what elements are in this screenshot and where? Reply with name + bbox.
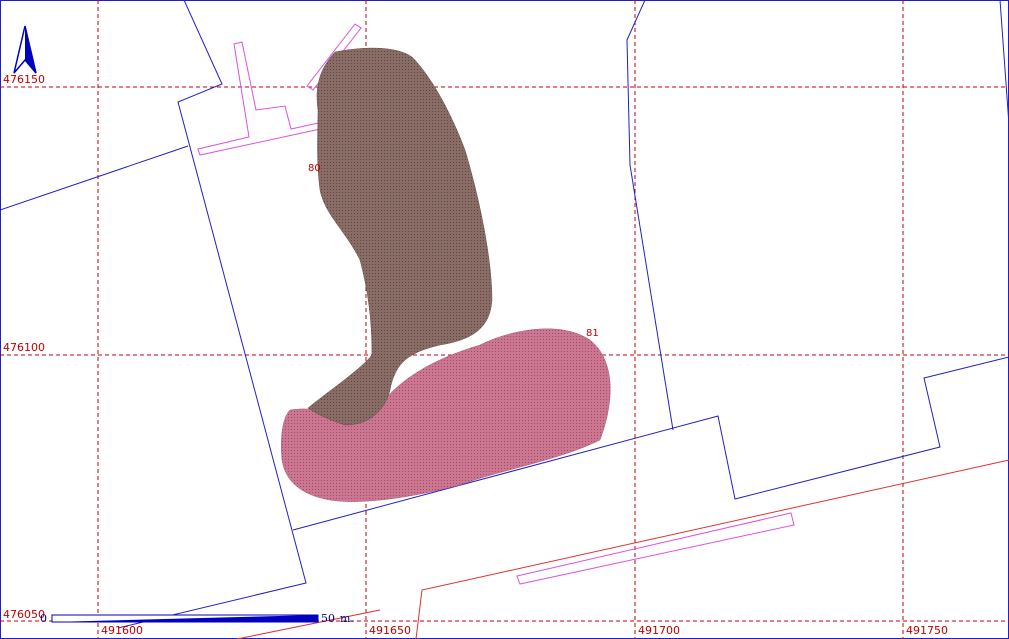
road-line[interactable]: [415, 459, 1009, 639]
building-outline[interactable]: [516, 512, 795, 585]
north-arrow-icon: [13, 25, 37, 74]
grid-label-y: 476100: [3, 341, 45, 354]
map-frame: [0, 0, 1009, 639]
coordinate-grid: [0, 0, 1009, 639]
map-viewport[interactable]: 80 81 491600 491650 491700 491750 476150…: [0, 0, 1009, 639]
grid-label-x: 491600: [101, 624, 143, 637]
area-label: 80: [308, 163, 321, 174]
scale-bar: 0 50 m.: [40, 612, 354, 625]
scale-bar-unit-label: m.: [340, 612, 354, 625]
grid-label-x: 491750: [906, 624, 948, 637]
building-outlines: [197, 23, 795, 585]
grid-label-x: 491700: [638, 624, 680, 637]
parcel-boundaries: [0, 0, 1009, 629]
grid-label-y: 476150: [3, 73, 45, 86]
parcel-boundary[interactable]: [999, 0, 1009, 126]
area-label: 81: [586, 328, 599, 339]
parcel-boundary[interactable]: [0, 145, 189, 211]
scale-bar-end-label: 50: [321, 612, 335, 625]
scale-bar-start-label: 0: [40, 612, 47, 625]
road-line[interactable]: [236, 609, 381, 639]
parcel-boundary[interactable]: [626, 0, 674, 431]
building-outline[interactable]: [197, 41, 326, 156]
grid-label-y: 476050: [3, 608, 45, 621]
parcel-boundary[interactable]: [117, 0, 307, 629]
grid-label-x: 491650: [369, 624, 411, 637]
map-canvas[interactable]: 80 81 491600 491650 491700 491750 476150…: [0, 0, 1009, 639]
north-arrow-fill: [25, 26, 36, 73]
